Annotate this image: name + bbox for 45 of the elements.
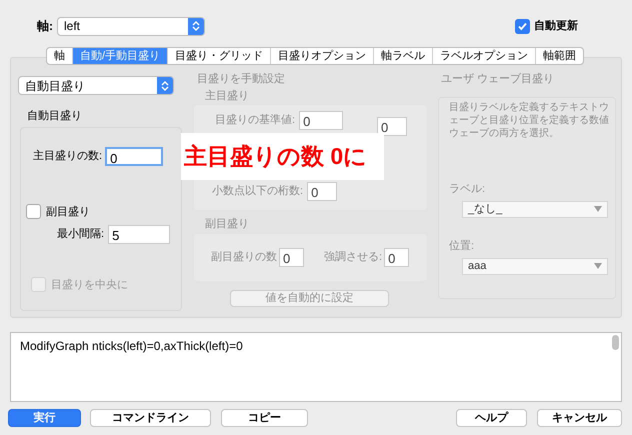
field-label: 最小間隔:	[57, 226, 104, 242]
input-field[interactable]: 0	[105, 146, 164, 166]
tab[interactable]: 軸	[47, 48, 72, 64]
stepper-icon	[161, 80, 169, 92]
checkbox-label: 副目盛り	[46, 204, 90, 220]
field-label: 小数点以下の桁数:	[212, 184, 304, 200]
field-label: 位置:	[449, 238, 474, 254]
tab[interactable]: 目盛り・グリッド	[167, 48, 270, 64]
checkbox[interactable]	[26, 204, 41, 220]
triangle-icon	[594, 263, 602, 269]
dialog-button[interactable]: コピー	[221, 409, 308, 427]
annotation: 主目盛りの数 0に	[181, 133, 384, 180]
checkmark-icon	[517, 20, 528, 32]
triangle-icon	[594, 206, 602, 212]
group-title: ユーザ ウェーブ目盛り	[441, 72, 556, 87]
tab[interactable]: 軸範囲	[535, 48, 584, 64]
group-title: 自動目盛り	[27, 108, 83, 124]
dialog-button[interactable]: キャンセル	[537, 409, 622, 427]
field-label: 主目盛りの数:	[33, 148, 102, 164]
group-title: 主目盛り	[205, 88, 250, 104]
tab[interactable]: ラベルオプション	[432, 48, 536, 64]
field-label: ラベル:	[449, 182, 486, 196]
tab[interactable]: 自動/手動目盛り	[72, 48, 168, 64]
group-title: 目盛りを手動設定	[197, 72, 286, 87]
tab[interactable]: 軸ラベル	[373, 48, 432, 64]
axis-label: 軸:	[37, 18, 53, 35]
dialog-button[interactable]: 実行	[8, 409, 81, 427]
field-label: 目盛りの基準値:	[215, 112, 296, 128]
input-field[interactable]: 5	[108, 224, 170, 244]
description-text: 目盛りラベルを定義するテキストウェーブと目盛り位置を定義する数値ウェーブの両方を選択。	[449, 100, 609, 140]
scrollbar-thumb[interactable]	[612, 335, 619, 350]
stepper-icon	[192, 20, 200, 32]
dialog-button[interactable]: ヘルプ	[456, 409, 527, 427]
dialog-button[interactable]: コマンドライン	[90, 409, 211, 427]
tab[interactable]: 目盛りオプション	[270, 48, 374, 64]
checkbox[interactable]	[515, 18, 530, 34]
command-text: ModifyGraph nticks(left)=0,axThick(left)=0	[20, 339, 243, 353]
group-title: 副目盛り	[205, 216, 250, 232]
field-label: 副目盛りの数	[211, 250, 277, 265]
command-area[interactable]: ModifyGraph nticks(left)=0,axThick(left)=0	[10, 332, 622, 402]
checkbox-label: 目盛りを中央に	[51, 278, 128, 292]
field-label: 強調させる:	[324, 250, 382, 265]
dropdown[interactable]: left	[57, 16, 205, 36]
checkbox-label: 自動更新	[534, 18, 578, 34]
dropdown[interactable]: 自動目盛り	[18, 76, 174, 95]
